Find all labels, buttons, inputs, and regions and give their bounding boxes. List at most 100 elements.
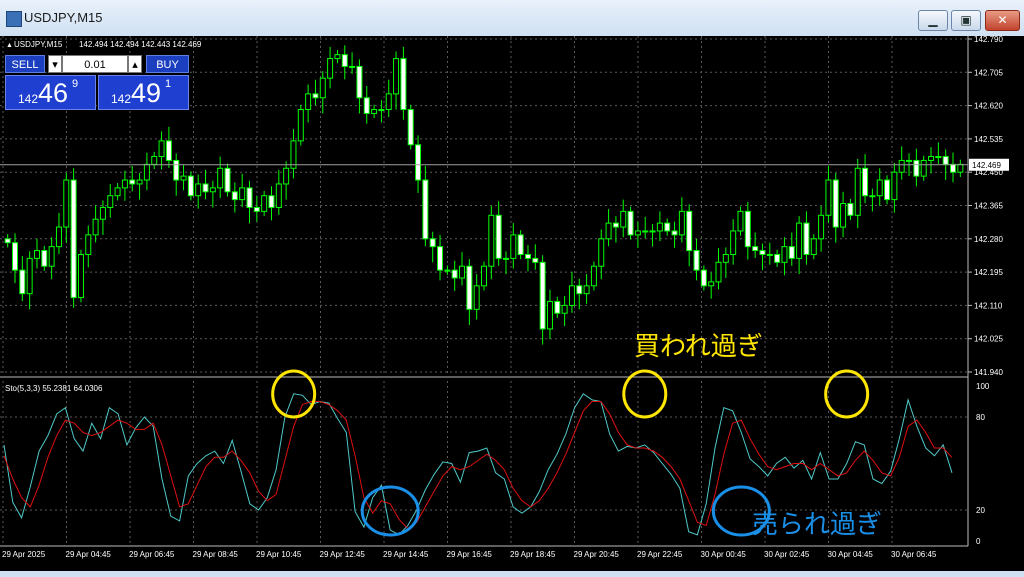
candle-body bbox=[41, 250, 48, 267]
time-tick-label: 29 Apr 08:45 bbox=[193, 550, 239, 559]
candle-body bbox=[561, 304, 568, 314]
candle-body bbox=[766, 253, 773, 256]
candle-body bbox=[686, 210, 693, 252]
sell-price-prefix: 142 bbox=[18, 92, 39, 106]
candle-body bbox=[942, 156, 949, 165]
candle-body bbox=[590, 265, 597, 287]
price-tick-label: 142.620 bbox=[974, 102, 1003, 111]
candle-body bbox=[715, 261, 722, 283]
candle-body bbox=[63, 179, 70, 228]
candle-body bbox=[349, 65, 356, 68]
candle-body bbox=[99, 206, 106, 220]
candle-body bbox=[546, 300, 553, 330]
candle-body bbox=[275, 183, 282, 208]
time-tick-label: 30 Apr 02:45 bbox=[764, 550, 810, 559]
candle-body bbox=[407, 109, 414, 146]
time-tick-label: 29 Apr 20:45 bbox=[574, 550, 620, 559]
candle-body bbox=[664, 222, 671, 232]
price-tick-label: 141.940 bbox=[974, 368, 1003, 377]
time-tick-label: 29 Apr 16:45 bbox=[447, 550, 493, 559]
candle-body bbox=[913, 159, 920, 177]
candle-body bbox=[678, 210, 685, 236]
candle-body bbox=[730, 230, 737, 255]
candle-body bbox=[305, 93, 312, 111]
candle-body bbox=[605, 222, 612, 240]
candle-body bbox=[495, 214, 502, 259]
chart-canvas[interactable]: 142.790142.705142.620142.535142.450142.3… bbox=[0, 35, 1024, 571]
time-tick-label: 29 Apr 06:45 bbox=[129, 550, 175, 559]
candle-body bbox=[4, 238, 11, 244]
candle-body bbox=[891, 171, 898, 201]
candle-body bbox=[810, 238, 817, 255]
candle-body bbox=[744, 210, 751, 248]
time-tick-label: 30 Apr 06:45 bbox=[891, 550, 937, 559]
candle-body bbox=[283, 167, 290, 185]
time-tick-label: 30 Apr 04:45 bbox=[828, 550, 874, 559]
candle-body bbox=[92, 218, 99, 236]
candle-body bbox=[700, 269, 707, 287]
time-tick-label: 29 Apr 14:45 bbox=[383, 550, 429, 559]
buy-button[interactable]: BUY bbox=[146, 55, 189, 73]
candle-body bbox=[803, 222, 810, 255]
candle-body bbox=[627, 210, 634, 236]
indicator-label: Sto(5,3,3) 55.2381 64.0306 bbox=[5, 384, 103, 393]
price-tick-label: 142.110 bbox=[974, 301, 1003, 310]
collapse-triangle-icon[interactable]: ▲ bbox=[6, 42, 13, 49]
candle-body bbox=[950, 163, 957, 173]
candle-body bbox=[180, 175, 187, 181]
candle-body bbox=[759, 250, 766, 255]
lot-decrease-icon[interactable]: ▾ bbox=[48, 55, 62, 73]
candle-body bbox=[568, 285, 575, 306]
chart-grid bbox=[0, 36, 969, 547]
candle-body bbox=[708, 281, 715, 287]
candle-body bbox=[818, 214, 825, 240]
candle-body bbox=[429, 238, 436, 248]
candle-body bbox=[928, 156, 935, 161]
lot-size-input[interactable]: 0.01 bbox=[62, 55, 128, 73]
restore-button[interactable]: ▣ bbox=[951, 10, 981, 31]
candle-body bbox=[481, 265, 487, 287]
time-tick-label: 29 Apr 04:45 bbox=[66, 550, 112, 559]
candle-body bbox=[261, 195, 268, 212]
sell-price-box[interactable]: 142 46 9 bbox=[5, 75, 96, 110]
lot-increase-icon[interactable]: ▴ bbox=[128, 55, 142, 73]
chart-symbol-label: USDJPY,M15 bbox=[14, 40, 63, 49]
candle-body bbox=[598, 238, 605, 267]
candle-body bbox=[415, 144, 422, 181]
time-tick-label: 29 Apr 2025 bbox=[2, 550, 46, 559]
close-button[interactable]: ✕ bbox=[985, 10, 1020, 31]
overbought-annotation: 買われ過ぎ bbox=[634, 332, 763, 362]
candle-body bbox=[840, 203, 847, 228]
minimize-button[interactable]: ▁ bbox=[918, 10, 948, 31]
candle-body bbox=[239, 187, 246, 201]
candle-body bbox=[341, 54, 348, 67]
window-titlebar: USDJPY,M15 ▁ ▣ ✕ bbox=[0, 0, 1024, 36]
candle-body bbox=[788, 246, 795, 259]
candle-body bbox=[473, 285, 480, 310]
buy-price-box[interactable]: 142 49 1 bbox=[98, 75, 189, 110]
candle-body bbox=[187, 175, 194, 197]
chart-area[interactable]: 142.790 142.705 142.620 142.535 142.450 142.3… bbox=[0, 35, 1024, 571]
candle-body bbox=[781, 246, 788, 263]
candle-body bbox=[246, 187, 253, 208]
candle-body bbox=[634, 230, 641, 236]
candle-body bbox=[488, 214, 495, 267]
candle-body bbox=[55, 226, 62, 248]
chart-window-icon bbox=[6, 11, 22, 27]
ohlc-readout: 142.494 142.494 142.443 142.469 bbox=[79, 40, 202, 49]
time-tick-label: 30 Apr 00:45 bbox=[701, 550, 747, 559]
candle-body bbox=[217, 167, 224, 189]
overbought-circle bbox=[622, 369, 668, 419]
candle-body bbox=[11, 242, 18, 271]
candle-body bbox=[85, 234, 92, 255]
time-tick-label: 29 Apr 18:45 bbox=[510, 550, 556, 559]
candle-body bbox=[143, 163, 150, 181]
candle-body bbox=[385, 93, 392, 111]
candle-body bbox=[957, 163, 964, 173]
sell-button[interactable]: SELL bbox=[5, 55, 45, 73]
candle-body bbox=[862, 167, 869, 197]
time-tick-label: 29 Apr 12:45 bbox=[320, 550, 366, 559]
candle-body bbox=[583, 285, 590, 295]
candle-body bbox=[444, 269, 451, 272]
overbought-circle bbox=[824, 369, 870, 419]
